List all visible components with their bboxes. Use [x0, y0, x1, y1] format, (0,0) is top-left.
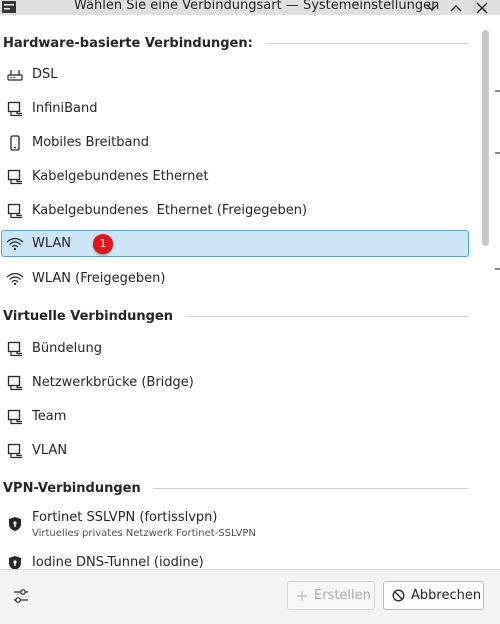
- annotation-badge: 1: [93, 233, 114, 254]
- maximize-button[interactable]: [448, 0, 464, 15]
- list-item-team[interactable]: Team: [1, 403, 469, 430]
- connection-type-list: Hardware-basierte Verbindungen: DSL Infi…: [0, 26, 476, 569]
- list-item-label: WLAN (Freigegeben): [32, 271, 166, 286]
- network-wired-icon: [6, 374, 24, 392]
- list-item-texts: Fortinet SSLVPN (fortisslvpn) Virtuelles…: [32, 510, 256, 539]
- create-button-label: Erstellen: [314, 588, 371, 603]
- section-label: VPN-Verbindungen: [3, 480, 141, 496]
- close-icon: [476, 2, 488, 13]
- network-wired-icon: [6, 202, 24, 220]
- scrollbar-thumb[interactable]: [482, 30, 489, 246]
- list-item-label: Iodine DNS-Tunnel (iodine): [32, 555, 204, 569]
- cancel-button-label: Abbrechen: [411, 588, 482, 603]
- section-vpn: VPN-Verbindungen: [3, 478, 469, 498]
- list-item-wired-ethernet[interactable]: Kabelgebundenes Ethernet: [1, 163, 469, 190]
- sliders-icon: [14, 589, 28, 603]
- section-divider: [264, 42, 469, 44]
- section-virtual: Virtuelle Verbindungen: [3, 306, 469, 326]
- list-item-label: Mobiles Breitband: [32, 135, 149, 150]
- smartphone-icon: [6, 134, 24, 152]
- configure-button[interactable]: [10, 585, 32, 607]
- list-item-wlan-shared[interactable]: WLAN (Freigegeben): [1, 265, 469, 292]
- shield-icon: [6, 554, 24, 569]
- network-wired-icon: [6, 442, 24, 460]
- background-window-fragment: [495, 152, 500, 154]
- list-item-dsl[interactable]: DSL: [1, 61, 469, 88]
- section-divider: [185, 315, 469, 317]
- cancel-button[interactable]: Abbrechen: [383, 581, 484, 610]
- wifi-icon: [6, 235, 24, 253]
- background-window-fragment: [495, 90, 500, 92]
- modem-icon: [6, 66, 24, 84]
- network-wired-icon: [6, 168, 24, 186]
- title-bar: Wählen Sie eine Verbindungsart — Systeme…: [0, 0, 500, 15]
- list-item-mobile-broadband[interactable]: Mobiles Breitband: [1, 129, 469, 156]
- list-item-iodine[interactable]: Iodine DNS-Tunnel (iodine): [1, 549, 469, 569]
- network-wired-icon: [6, 340, 24, 358]
- list-item-infiniband[interactable]: InfiniBand: [1, 95, 469, 122]
- list-item-label: InfiniBand: [32, 101, 98, 116]
- chevron-down-icon: [426, 4, 438, 11]
- list-item-label: Fortinet SSLVPN (fortisslvpn): [32, 510, 218, 525]
- app-icon: [2, 1, 16, 13]
- network-wired-icon: [6, 408, 24, 426]
- list-item-sublabel: Virtuelles privates Netzwerk Fortinet-SS…: [32, 528, 256, 539]
- section-label: Hardware-basierte Verbindungen:: [3, 35, 253, 51]
- list-item-vlan[interactable]: VLAN: [1, 437, 469, 464]
- vertical-scrollbar[interactable]: [479, 26, 492, 569]
- list-item-label: Bündelung: [32, 341, 102, 356]
- list-item-bonding[interactable]: Bündelung: [1, 335, 469, 362]
- list-item-label: Kabelgebundenes Ethernet: [32, 169, 209, 184]
- plus-icon: [296, 590, 308, 602]
- list-item-fortisslvpn[interactable]: Fortinet SSLVPN (fortisslvpn) Virtuelles…: [1, 507, 469, 543]
- create-button[interactable]: Erstellen: [287, 581, 375, 610]
- wifi-icon: [6, 270, 24, 288]
- network-wired-icon: [6, 100, 24, 118]
- chevron-up-icon: [450, 4, 462, 11]
- section-divider: [152, 487, 469, 489]
- section-hardware: Hardware-basierte Verbindungen:: [3, 33, 469, 53]
- list-item-label: DSL: [32, 67, 58, 82]
- close-button[interactable]: [474, 0, 490, 15]
- list-item-bridge[interactable]: Netzwerkbrücke (Bridge): [1, 369, 469, 396]
- section-label: Virtuelle Verbindungen: [3, 308, 174, 324]
- list-item-label: Netzwerkbrücke (Bridge): [32, 375, 194, 390]
- list-item-label: VLAN: [32, 443, 68, 458]
- shield-icon: [6, 515, 24, 533]
- list-item-label: WLAN: [32, 236, 72, 251]
- window-title: Wählen Sie eine Verbindungsart — Systeme…: [74, 0, 440, 13]
- list-item-wired-ethernet-shared[interactable]: Kabelgebundenes Ethernet (Freigegeben): [1, 197, 469, 224]
- cancel-icon: [392, 589, 405, 602]
- minimize-button[interactable]: [424, 0, 440, 15]
- dialog-footer: Erstellen Abbrechen: [0, 569, 500, 624]
- list-item-label: Team: [32, 409, 67, 424]
- list-item-wlan[interactable]: WLAN 1: [1, 230, 469, 257]
- background-window-fragment: [495, 268, 500, 270]
- list-item-label: Kabelgebundenes Ethernet (Freigegeben): [32, 203, 308, 218]
